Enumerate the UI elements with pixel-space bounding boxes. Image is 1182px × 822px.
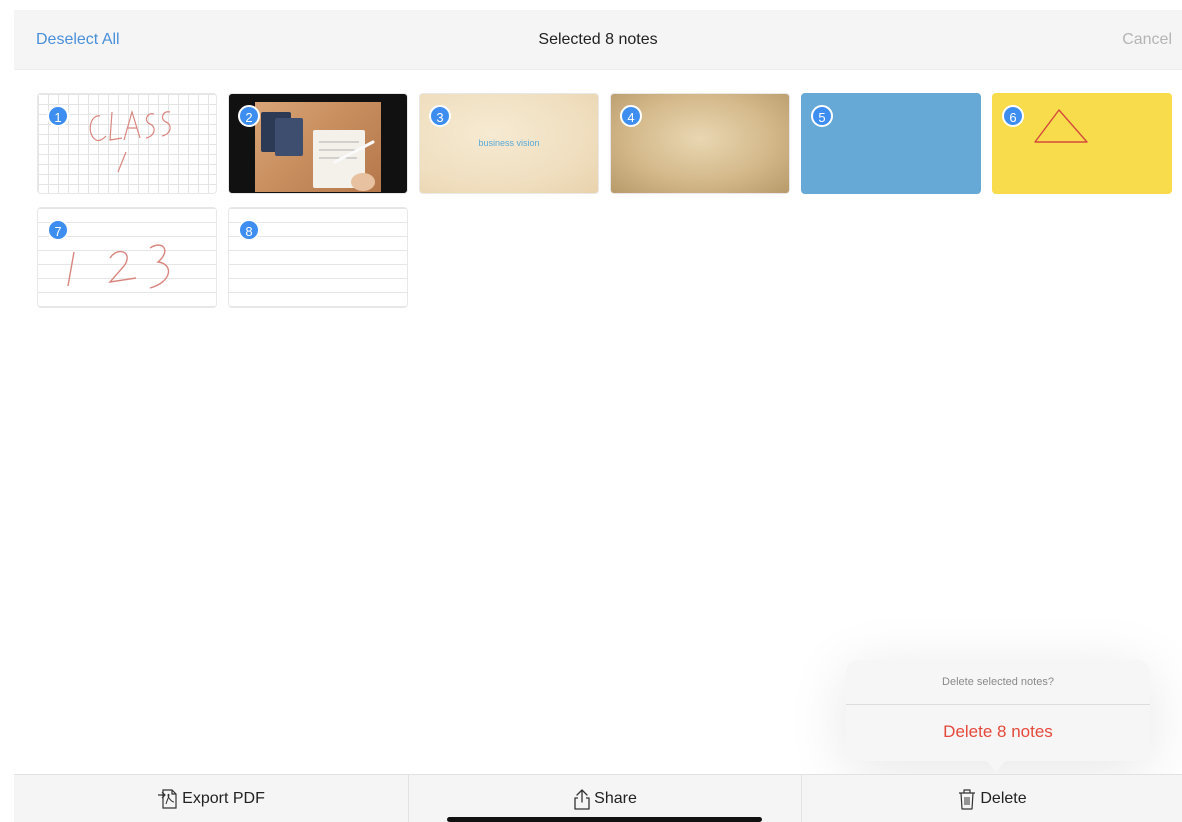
pdf-export-icon xyxy=(157,789,179,809)
bottom-toolbar: Export PDF Share Delete xyxy=(14,774,1182,822)
trash-icon xyxy=(957,788,977,810)
export-pdf-button[interactable]: Export PDF xyxy=(14,775,408,822)
note-thumbnail-3[interactable]: 3 business vision xyxy=(419,93,599,194)
selection-badge: 3 xyxy=(429,105,451,127)
share-label: Share xyxy=(594,790,637,807)
selection-badge: 1 xyxy=(47,105,69,127)
cancel-button[interactable]: Cancel xyxy=(1122,31,1172,49)
selection-badge: 8 xyxy=(238,219,260,241)
photo-image xyxy=(255,102,381,192)
note-thumbnail-2[interactable]: 2 xyxy=(228,93,408,194)
export-pdf-label: Export PDF xyxy=(182,790,265,807)
note-thumbnail-8[interactable]: 8 xyxy=(228,207,408,308)
note-thumbnail-5[interactable]: 5 xyxy=(801,93,981,194)
share-button[interactable]: Share xyxy=(409,775,801,822)
selection-badge: 7 xyxy=(47,219,69,241)
note-text: business vision xyxy=(478,138,540,148)
note-thumbnail-1[interactable]: 1 xyxy=(37,93,217,194)
selection-badge: 2 xyxy=(238,105,260,127)
top-bar: Deselect All Selected 8 notes Cancel xyxy=(14,10,1182,70)
home-indicator xyxy=(447,817,762,822)
delete-label: Delete xyxy=(980,790,1027,807)
delete-button[interactable]: Delete xyxy=(802,775,1182,822)
note-thumbnail-7[interactable]: 7 xyxy=(37,207,217,308)
delete-confirmation-popover: Delete selected notes? Delete 8 notes xyxy=(846,660,1150,761)
page-title: Selected 8 notes xyxy=(538,31,658,48)
note-thumbnail-4[interactable]: 4 xyxy=(610,93,790,194)
delete-confirmation-message: Delete selected notes? xyxy=(942,676,1054,688)
selection-badge: 5 xyxy=(811,105,833,127)
delete-notes-confirm-button[interactable]: Delete 8 notes xyxy=(846,722,1150,742)
share-icon xyxy=(573,788,591,810)
selection-badge: 6 xyxy=(1002,105,1024,127)
popover-arrow xyxy=(986,760,1006,772)
note-thumbnail-6[interactable]: 6 xyxy=(992,93,1172,194)
selection-badge: 4 xyxy=(620,105,642,127)
popover-divider xyxy=(846,704,1150,705)
